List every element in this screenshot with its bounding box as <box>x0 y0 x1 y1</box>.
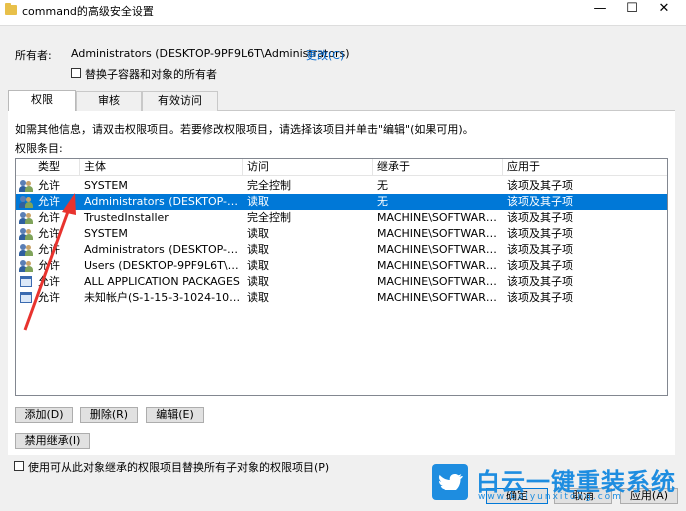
owner-label: 所有者: <box>15 49 52 62</box>
row-principal: ALL APPLICATION PACKAGES <box>84 275 240 288</box>
table-row[interactable]: 允许 Administrators (DESKTOP-9PF9L... 读取 无 该项及… <box>16 194 667 210</box>
column-applies-to[interactable]: 应用于 <box>503 159 663 176</box>
title-bar: command的高级安全设置 — ☐ ✕ <box>0 0 686 26</box>
tab-auditing[interactable]: 审核 <box>76 91 142 111</box>
bird-glyph <box>439 474 463 490</box>
list-header: 类型 主体 访问 继承于 应用于 <box>16 159 667 176</box>
table-row[interactable]: 允许 SYSTEM 完全控制 无 该项及其子项 <box>16 178 667 194</box>
column-inherited-from[interactable]: 继承于 <box>373 159 503 176</box>
minimize-button[interactable]: — <box>584 0 616 20</box>
row-access: 读取 <box>247 227 269 240</box>
table-row[interactable]: 允许 TrustedInstaller 完全控制 MACHINE\SOFTWARE\C… <box>16 210 667 226</box>
change-owner-link[interactable]: 更改(C) <box>306 47 344 63</box>
row-applies-to: 该项及其子项 <box>507 275 573 288</box>
users-group-icon <box>19 227 33 240</box>
row-applies-to: 该项及其子项 <box>507 291 573 304</box>
row-access: 完全控制 <box>247 211 291 224</box>
row-access: 读取 <box>247 275 269 288</box>
remove-button[interactable]: 删除(R) <box>80 407 138 423</box>
row-applies-to: 该项及其子项 <box>507 179 573 192</box>
row-applies-to: 该项及其子项 <box>507 195 573 208</box>
close-button[interactable]: ✕ <box>648 0 680 20</box>
column-type[interactable]: 类型 <box>34 159 80 176</box>
row-type: 允许 <box>38 275 60 288</box>
row-type: 允许 <box>38 179 60 192</box>
watermark-url: www.baiyunxitong.com <box>478 492 623 502</box>
row-type: 允许 <box>38 211 60 224</box>
tab-permissions[interactable]: 权限 <box>8 90 76 111</box>
row-principal: Users (DESKTOP-9PF9L6T\Users) <box>84 259 243 272</box>
table-row[interactable]: 允许 SYSTEM 读取 MACHINE\SOFTWARE\Cl... 该项及其子项 <box>16 226 667 242</box>
row-principal: Administrators (DESKTOP-9PF9L... <box>84 195 243 208</box>
add-button[interactable]: 添加(D) <box>15 407 73 423</box>
users-group-icon <box>19 179 33 192</box>
row-principal: SYSTEM <box>84 227 128 240</box>
row-inherited-from: 无 <box>377 195 388 208</box>
row-type: 允许 <box>38 227 60 240</box>
table-row[interactable]: 允许 未知帐户(S-1-15-3-1024-1065365... 读取 MACHINE… <box>16 290 667 306</box>
info-text: 如需其他信息，请双击权限项目。若要修改权限项目，请选择该项目并单击"编辑"(如果… <box>15 123 474 136</box>
row-principal: SYSTEM <box>84 179 128 192</box>
row-inherited-from: MACHINE\SOFTWARE\Cl... <box>377 275 503 288</box>
watermark: 白云一键重装系统 www.baiyunxitong.com <box>430 462 686 506</box>
row-inherited-from: 无 <box>377 179 388 192</box>
row-access: 完全控制 <box>247 179 291 192</box>
row-applies-to: 该项及其子项 <box>507 243 573 256</box>
row-inherited-from: MACHINE\SOFTWARE\Cl... <box>377 243 503 256</box>
table-row[interactable]: 允许 Users (DESKTOP-9PF9L6T\Users) 读取 MACHINE… <box>16 258 667 274</box>
row-applies-to: 该项及其子项 <box>507 211 573 224</box>
replace-owner-checkbox[interactable] <box>71 68 81 78</box>
window-title: command的高级安全设置 <box>22 5 154 18</box>
row-principal: TrustedInstaller <box>84 211 169 224</box>
row-principal: Administrators (DESKTOP-9PF9L... <box>84 243 243 256</box>
row-applies-to: 该项及其子项 <box>507 227 573 240</box>
row-principal: 未知帐户(S-1-15-3-1024-1065365... <box>84 291 243 304</box>
folder-icon <box>5 3 17 15</box>
tab-effective-access[interactable]: 有效访问 <box>142 91 218 111</box>
users-group-icon <box>19 243 33 256</box>
app-package-icon <box>19 291 33 304</box>
column-access[interactable]: 访问 <box>243 159 373 176</box>
permission-entries-list[interactable]: 类型 主体 访问 继承于 应用于 允许 SYSTEM 完全控制无该项及其子项 允许 Ad… <box>15 158 668 396</box>
app-package-icon <box>19 275 33 288</box>
twitter-bird-icon <box>432 464 468 500</box>
row-type: 允许 <box>38 243 60 256</box>
row-inherited-from: MACHINE\SOFTWARE\Cl... <box>377 259 503 272</box>
replace-child-permissions-checkbox[interactable] <box>14 461 24 471</box>
users-group-icon <box>19 195 33 208</box>
table-row[interactable]: 允许 ALL APPLICATION PACKAGES 读取 MACHINE\SOFT… <box>16 274 667 290</box>
row-type: 允许 <box>38 195 60 208</box>
users-group-icon <box>19 259 33 272</box>
column-principal[interactable]: 主体 <box>80 159 243 176</box>
row-inherited-from: MACHINE\SOFTWARE\Cl... <box>377 211 503 224</box>
row-access: 读取 <box>247 195 269 208</box>
row-inherited-from: MACHINE\SOFTWARE\Cl... <box>377 227 503 240</box>
disable-inheritance-button[interactable]: 禁用继承(I) <box>15 433 90 449</box>
table-row[interactable]: 允许 Administrators (DESKTOP-9PF9L... 读取 MACH… <box>16 242 667 258</box>
row-type: 允许 <box>38 259 60 272</box>
row-access: 读取 <box>247 259 269 272</box>
row-access: 读取 <box>247 291 269 304</box>
maximize-button[interactable]: ☐ <box>616 0 648 20</box>
edit-button[interactable]: 编辑(E) <box>146 407 204 423</box>
entries-label: 权限条目: <box>15 142 63 155</box>
row-type: 允许 <box>38 291 60 304</box>
replace-owner-label: 替换子容器和对象的所有者 <box>85 68 217 81</box>
row-access: 读取 <box>247 243 269 256</box>
row-inherited-from: MACHINE\SOFTWARE\Cl... <box>377 291 503 304</box>
users-group-icon <box>19 211 33 224</box>
replace-child-permissions-label: 使用可从此对象继承的权限项目替换所有子对象的权限项目(P) <box>28 461 330 474</box>
row-applies-to: 该项及其子项 <box>507 259 573 272</box>
